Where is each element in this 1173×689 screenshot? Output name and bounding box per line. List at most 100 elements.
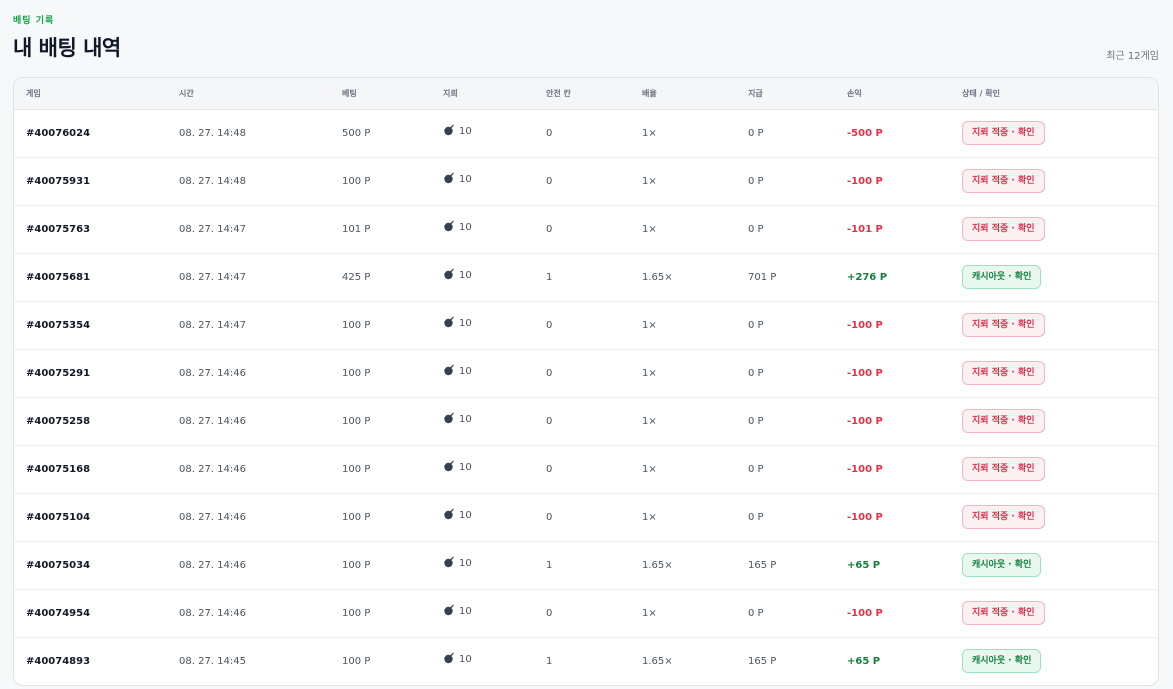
profit-loss: +65 P: [847, 560, 881, 571]
bomb-icon: [444, 268, 455, 280]
multiplier: 1×: [642, 128, 657, 139]
bomb-icon: [444, 604, 455, 616]
profit-loss: -100 P: [847, 176, 883, 187]
mine-count: 10: [459, 318, 472, 329]
multiplier: 1.65×: [642, 656, 673, 667]
status-badge[interactable]: 지뢰 적중 · 확인: [962, 169, 1045, 193]
game-time: 08. 27. 14:46: [179, 416, 246, 427]
payout-amount: 0 P: [748, 512, 764, 523]
game-id: #40075104: [26, 512, 91, 523]
payout-amount: 0 P: [748, 608, 764, 619]
multiplier: 1×: [642, 512, 657, 523]
profit-loss: -100 P: [847, 320, 883, 331]
status-cell: 지뢰 적중 · 확인: [962, 206, 1045, 254]
game-id: #40074893: [26, 656, 91, 667]
mine-count: 10: [459, 270, 472, 281]
table-row: #40075034 08. 27. 14:46 100 P 1 1.65× 165 P 10…: [14, 542, 1158, 590]
table-row: #40075291 08. 27. 14:46 100 P 0 1× 0 P 10 -100 …: [14, 350, 1158, 398]
multiplier: 1×: [642, 464, 657, 475]
profit-loss: +65 P: [847, 656, 881, 667]
status-badge[interactable]: 지뢰 적중 · 확인: [962, 217, 1045, 241]
status-badge[interactable]: 캐시아웃 · 확인: [962, 553, 1042, 577]
safe-count: 0: [546, 512, 553, 523]
bet-amount: 100 P: [342, 176, 371, 187]
profit-loss: +276 P: [847, 272, 888, 283]
status-badge[interactable]: 지뢰 적중 · 확인: [962, 505, 1045, 529]
status-badge[interactable]: 지뢰 적중 · 확인: [962, 409, 1045, 433]
table-row: #40076024 08. 27. 14:48 500 P 0 1× 0 P 10 -500 …: [14, 110, 1158, 158]
bomb-icon: [444, 124, 455, 136]
col-pnl: 손익: [847, 89, 862, 98]
mine-count-cell: 10: [443, 158, 472, 206]
multiplier: 1.65×: [642, 272, 673, 283]
safe-count: 1: [546, 560, 553, 571]
bomb-icon: [444, 172, 455, 184]
multiplier: 1×: [642, 608, 657, 619]
status-badge[interactable]: 지뢰 적중 · 확인: [962, 313, 1045, 337]
safe-count: 0: [546, 368, 553, 379]
game-id: #40075034: [26, 560, 91, 571]
status-badge[interactable]: 캐시아웃 · 확인: [962, 265, 1042, 289]
game-time: 08. 27. 14:47: [179, 272, 246, 283]
page-title: 내 배팅 내역: [13, 36, 121, 60]
payout-amount: 165 P: [748, 560, 777, 571]
multiplier: 1×: [642, 368, 657, 379]
bet-amount: 100 P: [342, 320, 371, 331]
bomb-icon: [444, 364, 455, 376]
mine-count-cell: 10: [443, 110, 472, 158]
game-id: #40076024: [26, 128, 91, 139]
mine-count-cell: 10: [443, 446, 472, 494]
mine-count-cell: 10: [443, 638, 472, 685]
mine-count: 10: [459, 126, 472, 137]
bet-amount: 100 P: [342, 656, 371, 667]
bomb-icon: [444, 556, 455, 568]
status-badge[interactable]: 지뢰 적중 · 확인: [962, 601, 1045, 625]
status-cell: 지뢰 적중 · 확인: [962, 590, 1045, 638]
payout-amount: 0 P: [748, 176, 764, 187]
mine-count: 10: [459, 558, 472, 569]
safe-count: 1: [546, 656, 553, 667]
status-cell: 지뢰 적중 · 확인: [962, 302, 1045, 350]
payout-amount: 0 P: [748, 464, 764, 475]
status-cell: 캐시아웃 · 확인: [962, 638, 1042, 685]
table-row: #40074954 08. 27. 14:46 100 P 0 1× 0 P 10 -100 …: [14, 590, 1158, 638]
safe-count: 1: [546, 272, 553, 283]
multiplier: 1×: [642, 416, 657, 427]
col-status: 상태 / 확인: [962, 89, 1000, 98]
status-cell: 캐시아웃 · 확인: [962, 542, 1042, 590]
status-badge[interactable]: 지뢰 적중 · 확인: [962, 457, 1045, 481]
game-id: #40075258: [26, 416, 91, 427]
table-row: #40075931 08. 27. 14:48 100 P 0 1× 0 P 10 -100 …: [14, 158, 1158, 206]
col-bet: 베팅: [342, 89, 357, 98]
status-cell: 지뢰 적중 · 확인: [962, 446, 1045, 494]
game-time: 08. 27. 14:46: [179, 560, 246, 571]
game-time: 08. 27. 14:46: [179, 368, 246, 379]
bet-amount: 100 P: [342, 560, 371, 571]
mine-count-cell: 10: [443, 494, 472, 542]
table-row: #40075258 08. 27. 14:46 100 P 0 1× 0 P 10 -100 …: [14, 398, 1158, 446]
status-cell: 지뢰 적중 · 확인: [962, 398, 1045, 446]
status-badge[interactable]: 캐시아웃 · 확인: [962, 649, 1042, 673]
game-id: #40075681: [26, 272, 91, 283]
safe-count: 0: [546, 608, 553, 619]
status-cell: 지뢰 적중 · 확인: [962, 110, 1045, 158]
mine-count: 10: [459, 654, 472, 665]
table-body: #40076024 08. 27. 14:48 500 P 0 1× 0 P 10 -500 …: [14, 110, 1158, 685]
multiplier: 1.65×: [642, 560, 673, 571]
status-badge[interactable]: 지뢰 적중 · 확인: [962, 361, 1045, 385]
mine-count-cell: 10: [443, 206, 472, 254]
multiplier: 1×: [642, 320, 657, 331]
table-row: #40075763 08. 27. 14:47 101 P 0 1× 0 P 10 -101 …: [14, 206, 1158, 254]
profit-loss: -100 P: [847, 512, 883, 523]
mine-count: 10: [459, 366, 472, 377]
mine-count-cell: 10: [443, 254, 472, 302]
game-id: #40075763: [26, 224, 91, 235]
bet-amount: 101 P: [342, 224, 371, 235]
status-badge[interactable]: 지뢰 적중 · 확인: [962, 121, 1045, 145]
col-multiplier: 배율: [642, 89, 657, 98]
table-row: #40075681 08. 27. 14:47 425 P 1 1.65× 701 P 10…: [14, 254, 1158, 302]
safe-count: 0: [546, 320, 553, 331]
multiplier: 1×: [642, 224, 657, 235]
payout-amount: 0 P: [748, 128, 764, 139]
game-time: 08. 27. 14:48: [179, 176, 246, 187]
